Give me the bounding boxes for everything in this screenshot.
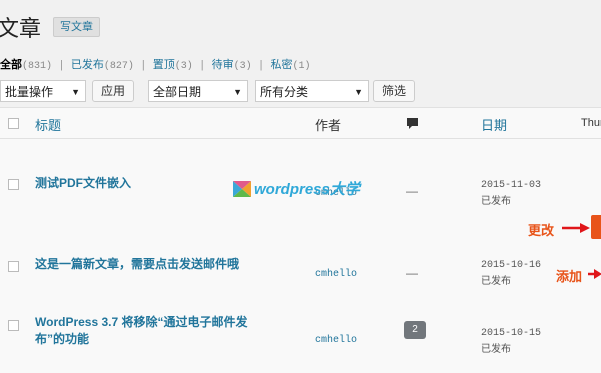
dropdown-arrow-icon: ▼ (354, 87, 363, 97)
filter-published[interactable]: 已发布 (71, 59, 104, 71)
comment-column-icon[interactable] (406, 117, 419, 133)
page-title: 文章 (0, 16, 42, 41)
annotation-update: 更改 (528, 223, 555, 238)
add-new-post-button[interactable]: 写文章 (53, 17, 100, 37)
post-title-link[interactable]: WordPress 3.7 将移除“通过电子邮件发 布”的功能 (35, 314, 248, 348)
filter-pending[interactable]: 待审 (212, 59, 234, 71)
row-checkbox[interactable] (8, 179, 19, 190)
filter-published-count: (827) (103, 61, 134, 72)
post-author-link[interactable]: cmhello (315, 335, 357, 346)
filter-pending-count: (3) (233, 61, 252, 72)
row-checkbox[interactable] (8, 320, 19, 331)
apply-button[interactable]: 应用 (92, 80, 135, 102)
filter-sticky[interactable]: 置顶 (153, 59, 175, 71)
dropdown-arrow-icon: ▼ (71, 87, 80, 97)
comment-count: — (406, 266, 418, 280)
date-filter-select[interactable]: 全部日期 ▼ (148, 80, 248, 102)
filter-all[interactable]: 全部 (0, 59, 22, 71)
filter-all-count: (831) (22, 61, 53, 72)
column-thumbnail: Thum (581, 117, 601, 129)
comment-count-bubble[interactable]: 2 (404, 321, 426, 339)
post-date: 2015-10-16 已发布 (481, 258, 541, 290)
row-checkbox[interactable] (8, 261, 19, 272)
filter-private-count: (1) (292, 61, 311, 72)
filter-button[interactable]: 筛选 (373, 80, 416, 102)
posts-table: 标题 作者 日期 Thum 测试PDF文件嵌入 cmhello — 2015-1… (0, 107, 601, 373)
date-value: 2015-11-03 (481, 180, 542, 191)
watermark-text-cn: 大学 (329, 181, 360, 198)
post-status: 已发布 (481, 276, 511, 287)
arrow-right-icon (588, 269, 601, 279)
date-value: 2015-10-16 (481, 260, 542, 271)
post-status: 已发布 (481, 344, 511, 355)
post-title-link[interactable]: 测试PDF文件嵌入 (35, 175, 131, 192)
annotation-add: 添加 (556, 269, 583, 284)
select-all-checkbox[interactable] (8, 118, 19, 129)
table-header: 标题 作者 日期 Thum (0, 108, 601, 139)
watermark-logo-icon (233, 180, 251, 197)
wordpress-daxue-watermark: wordpress大学 (233, 178, 360, 199)
table-row: 这是一篇新文章，需要点击发送邮件哦 cmhello — 2015-10-16 已… (0, 234, 601, 292)
arrow-right-icon (562, 223, 590, 233)
post-author-link[interactable]: cmhello (315, 269, 357, 280)
bulk-actions-select[interactable]: 批量操作 ▼ (0, 80, 86, 102)
post-date: 2015-11-03 已发布 (481, 178, 541, 210)
post-title-link[interactable]: 这是一篇新文章，需要点击发送邮件哦 (35, 256, 239, 273)
watermark-text: wordpress (254, 181, 330, 198)
filter-private[interactable]: 私密 (271, 59, 293, 71)
column-title[interactable]: 标题 (35, 115, 61, 134)
post-date: 2015-10-15 已发布 (481, 326, 541, 358)
table-row: WordPress 3.7 将移除“通过电子邮件发 布”的功能 cmhello … (0, 292, 601, 373)
column-date[interactable]: 日期 (481, 115, 507, 134)
comment-count: — (406, 184, 418, 198)
filter-sticky-count: (3) (174, 61, 193, 72)
dropdown-arrow-icon: ▼ (233, 87, 242, 97)
category-filter-select[interactable]: 所有分类 ▼ (255, 80, 369, 102)
update-button[interactable] (591, 215, 601, 239)
date-value: 2015-10-15 (481, 328, 542, 339)
status-filter-links: 全部(831) | 已发布(827) | 置顶(3) | 待审(3) | 私密(1) (0, 59, 311, 72)
column-author: 作者 (315, 118, 342, 133)
post-status: 已发布 (481, 196, 511, 207)
